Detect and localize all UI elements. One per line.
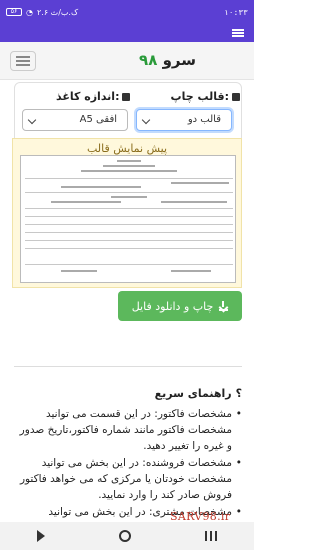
chevron-down-icon <box>27 115 37 125</box>
invoice-rule <box>25 216 233 217</box>
invoice-text-mark <box>61 186 141 188</box>
invoice-rule <box>25 208 233 209</box>
browser-menu-icon[interactable] <box>232 29 244 37</box>
site-navbar: سرو ۹۸ <box>0 42 254 80</box>
invoice-rule <box>25 192 233 193</box>
section-divider <box>14 366 242 367</box>
question-icon: ؟ <box>235 387 242 400</box>
template-preview: پیش نمایش قالب <box>12 138 242 288</box>
hamburger-icon-bar <box>16 60 30 62</box>
home-icon[interactable] <box>119 530 131 542</box>
invoice-rule <box>25 240 233 241</box>
brand-number: ۹۸ <box>139 51 158 69</box>
print-template-label-text: قالب چاپ: <box>170 90 229 103</box>
invoice-heading-mark <box>117 160 141 162</box>
chevron-down-icon <box>141 115 151 125</box>
invoice-rule <box>25 248 233 249</box>
invoice-text-mark <box>161 201 227 203</box>
hamburger-icon-bar <box>16 64 30 66</box>
status-bar: ۵۶ ◔ ۲.۶ ک.ب/ث ۱۰:۳۳ <box>0 0 254 24</box>
invoice-text-mark <box>171 182 229 184</box>
invoice-text-mark <box>51 201 121 203</box>
wifi-icon: ◔ <box>26 7 33 17</box>
paper-size-value: A5 افقی <box>79 114 117 125</box>
navbar-toggle-button[interactable] <box>10 51 36 71</box>
paper-size-label-text: اندازه کاغذ: <box>56 90 120 103</box>
download-button-label: چاپ و دانلود فایل <box>131 299 214 313</box>
hamburger-icon-bar <box>16 56 30 58</box>
site-logo[interactable]: سرو ۹۸ <box>139 51 196 69</box>
paper-icon <box>122 93 131 101</box>
list-item: مشخصات فروشنده: در این بخش می توانید مشخ… <box>14 455 242 503</box>
battery-icon: ۵۶ <box>6 8 22 16</box>
preview-title: پیش نمایش قالب <box>86 142 168 155</box>
print-template-label: قالب چاپ: <box>171 90 240 103</box>
print-template-select[interactable]: قالب دو <box>136 109 232 131</box>
status-icons: ۵۶ ◔ ۲.۶ ک.ب/ث <box>6 8 78 17</box>
brand-text: سرو <box>162 51 196 69</box>
browser-toolbar <box>0 24 254 42</box>
system-nav-bar <box>0 522 254 550</box>
invoice-rule <box>25 178 233 179</box>
invoice-text-mark <box>61 270 97 272</box>
invoice-rule <box>25 264 233 265</box>
invoice-rule <box>25 224 233 225</box>
back-icon[interactable] <box>37 530 45 542</box>
invoice-rule <box>25 232 233 233</box>
invoice-text-mark <box>111 196 147 198</box>
template-icon <box>232 93 240 101</box>
quick-guide-title: ؟راهنمای سریع <box>155 387 242 400</box>
download-icon <box>219 300 229 311</box>
clock: ۱۰:۳۳ <box>223 7 248 17</box>
print-download-button[interactable]: چاپ و دانلود فایل <box>118 291 242 321</box>
paper-size-select[interactable]: A5 افقی <box>22 109 128 131</box>
quick-guide-list: مشخصات فاکتور: در این قسمت می توانید مشخ… <box>14 406 242 521</box>
network-speed: ۲.۶ ک.ب/ث <box>36 7 79 17</box>
paper-size-label: اندازه کاغذ: <box>56 90 131 103</box>
invoice-thumbnail <box>20 155 236 283</box>
invoice-heading-mark <box>103 165 155 167</box>
list-item: مشخصات فاکتور: در این قسمت می توانید مشخ… <box>14 406 242 454</box>
invoice-heading-mark <box>81 170 177 172</box>
invoice-text-mark <box>171 270 211 272</box>
print-template-value: قالب دو <box>187 114 221 125</box>
quick-guide-title-text: راهنمای سریع <box>154 387 232 400</box>
recents-icon[interactable] <box>205 531 217 541</box>
